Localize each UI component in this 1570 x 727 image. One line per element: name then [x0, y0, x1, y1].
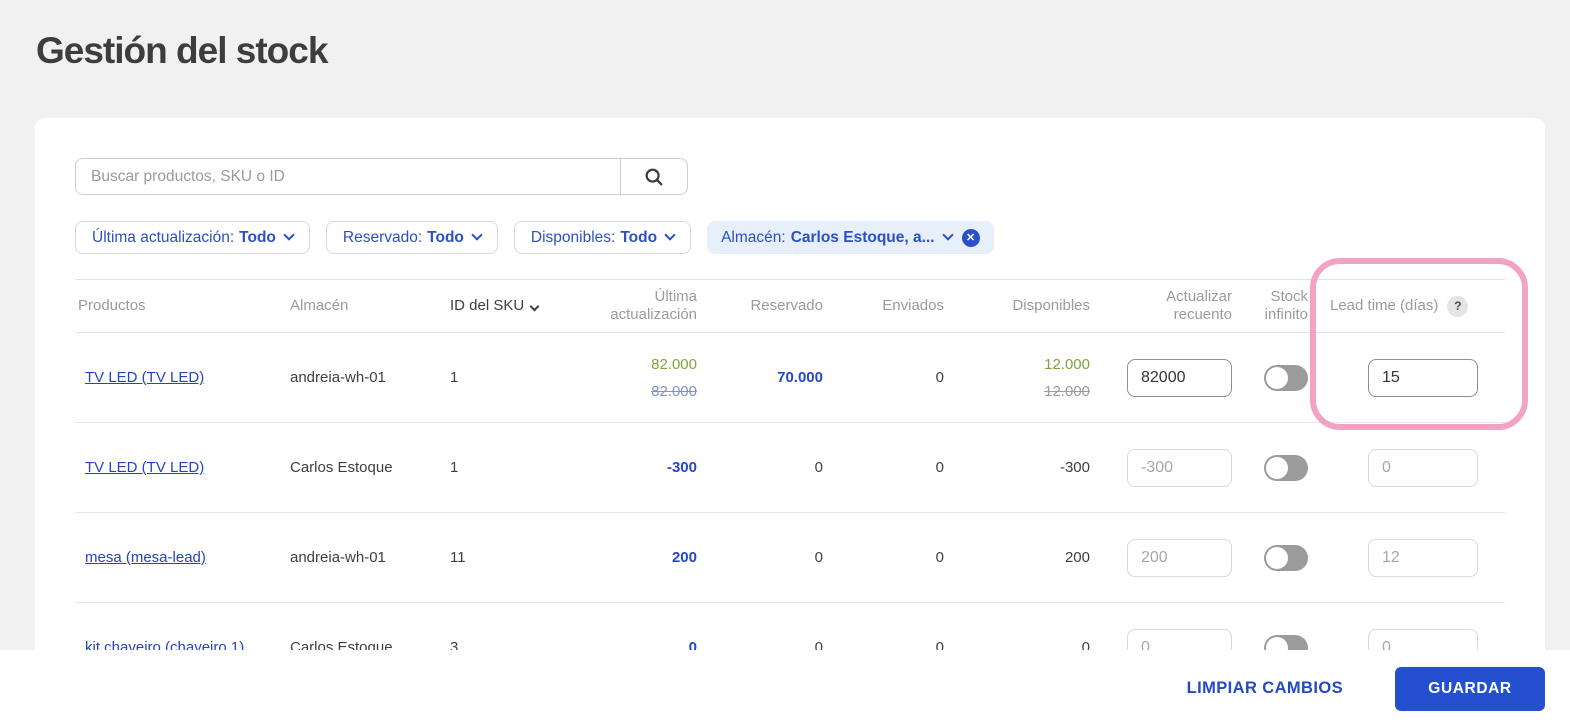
- chevron-down-icon: [471, 229, 483, 241]
- reserved-cell: 0: [814, 549, 823, 566]
- page-title: Gestión del stock: [36, 30, 328, 71]
- warehouse-cell: andreia-wh-01: [290, 369, 386, 386]
- last-update-new-value: 82.000: [651, 355, 697, 373]
- filter-bar: Última actualización: Todo Reservado: To…: [75, 221, 1505, 254]
- header-lead-time-label: Lead time (días): [1330, 297, 1439, 314]
- infinite-stock-toggle[interactable]: [1264, 544, 1308, 571]
- recount-input[interactable]: [1127, 538, 1232, 577]
- chevron-down-icon: [283, 229, 295, 241]
- header-reserved: Reservado: [750, 297, 823, 314]
- reserved-cell: 70.000: [777, 369, 823, 386]
- header-last-update: Última actualización: [610, 288, 697, 323]
- sku-id-cell: 1: [450, 369, 459, 386]
- header-products: Productos: [78, 297, 146, 314]
- lead-time-input[interactable]: [1368, 448, 1478, 487]
- warehouse-cell: andreia-wh-01: [290, 549, 386, 566]
- lead-time-input[interactable]: [1368, 358, 1478, 397]
- infinite-stock-toggle[interactable]: [1264, 454, 1308, 481]
- header-recount-label: Actualizar recuento: [1166, 288, 1232, 323]
- filter-warehouse[interactable]: Almacén: Carlos Estoque, a... ✕: [707, 221, 994, 254]
- stock-table: Productos Almacén ID del SKU Última actu…: [75, 279, 1505, 693]
- stock-management-card: Última actualización: Todo Reservado: To…: [35, 118, 1545, 727]
- search-bar: [75, 158, 688, 195]
- sku-id-cell: 1: [450, 459, 459, 476]
- save-button[interactable]: GUARDAR: [1395, 666, 1545, 711]
- infinite-stock-toggle[interactable]: [1264, 364, 1308, 391]
- header-recount: Actualizar recuento: [1090, 288, 1232, 324]
- help-icon[interactable]: ?: [1447, 295, 1469, 317]
- toggle-knob: [1266, 366, 1288, 389]
- header-sku-id-label: ID del SKU: [450, 297, 525, 314]
- available-cell: 200: [1064, 549, 1090, 566]
- sort-chevron-down-icon: [529, 301, 540, 312]
- filter-label: Disponibles:: [530, 228, 616, 246]
- last-update-cell: 200: [671, 549, 697, 566]
- shipped-cell: 0: [935, 369, 944, 386]
- available-new-value: 12.000: [1044, 355, 1090, 373]
- filter-value: Todo: [427, 228, 464, 246]
- clear-changes-button[interactable]: LIMPIAR CAMBIOS: [1187, 679, 1343, 698]
- filter-last-update[interactable]: Última actualización: Todo: [75, 221, 310, 254]
- available-cell: -300: [1059, 459, 1090, 476]
- available-old-value: 12.000: [1044, 382, 1090, 400]
- product-link[interactable]: TV LED (TV LED): [85, 369, 204, 386]
- chevron-down-icon: [941, 229, 954, 241]
- shipped-cell: 0: [935, 549, 944, 566]
- table-header-row: Productos Almacén ID del SKU Última actu…: [75, 279, 1505, 333]
- filter-value: Todo: [239, 228, 276, 246]
- filter-value: Carlos Estoque, a...: [790, 228, 935, 246]
- table-row: TV LED (TV LED) Carlos Estoque 1 -300 0 …: [75, 423, 1505, 513]
- header-available: Disponibles: [1012, 297, 1090, 314]
- chevron-down-icon: [664, 229, 676, 241]
- table-row: mesa (mesa-lead) andreia-wh-01 11 200 0 …: [75, 513, 1505, 603]
- header-infinite-stock: Stock infinito: [1232, 288, 1316, 324]
- toggle-knob: [1266, 546, 1288, 569]
- filter-reserved[interactable]: Reservado: Todo: [325, 221, 498, 254]
- header-shipped: Enviados: [882, 297, 944, 314]
- filter-label: Última actualización:: [92, 228, 235, 246]
- last-update-cell: -300: [666, 459, 697, 476]
- reserved-cell: 0: [814, 459, 823, 476]
- table-row: TV LED (TV LED) andreia-wh-01 1 82.000 8…: [75, 333, 1505, 423]
- action-bar: LIMPIAR CAMBIOS GUARDAR: [0, 650, 1570, 727]
- search-button[interactable]: [620, 158, 688, 195]
- search-input[interactable]: [75, 158, 621, 195]
- filter-label: Reservado:: [342, 228, 423, 246]
- remove-filter-icon[interactable]: ✕: [961, 228, 980, 247]
- header-lead-time: Lead time (días) ?: [1316, 295, 1505, 317]
- search-icon: [645, 168, 663, 185]
- shipped-cell: 0: [935, 459, 944, 476]
- recount-input[interactable]: [1127, 448, 1232, 487]
- sku-id-cell: 11: [450, 549, 466, 566]
- filter-available[interactable]: Disponibles: Todo: [513, 221, 692, 254]
- header-warehouse: Almacén: [290, 297, 349, 314]
- recount-input[interactable]: [1127, 358, 1232, 397]
- header-sku-id-sort[interactable]: ID del SKU: [450, 297, 570, 315]
- product-link[interactable]: TV LED (TV LED): [85, 459, 204, 476]
- last-update-old-value: 82.000: [651, 382, 697, 400]
- lead-time-input[interactable]: [1368, 538, 1478, 577]
- header-infinite-stock-label: Stock infinito: [1264, 288, 1308, 323]
- filter-label: Almacén:: [721, 228, 786, 246]
- product-link[interactable]: mesa (mesa-lead): [85, 549, 206, 566]
- warehouse-cell: Carlos Estoque: [290, 459, 393, 476]
- toggle-knob: [1266, 456, 1288, 479]
- filter-value: Todo: [620, 228, 658, 246]
